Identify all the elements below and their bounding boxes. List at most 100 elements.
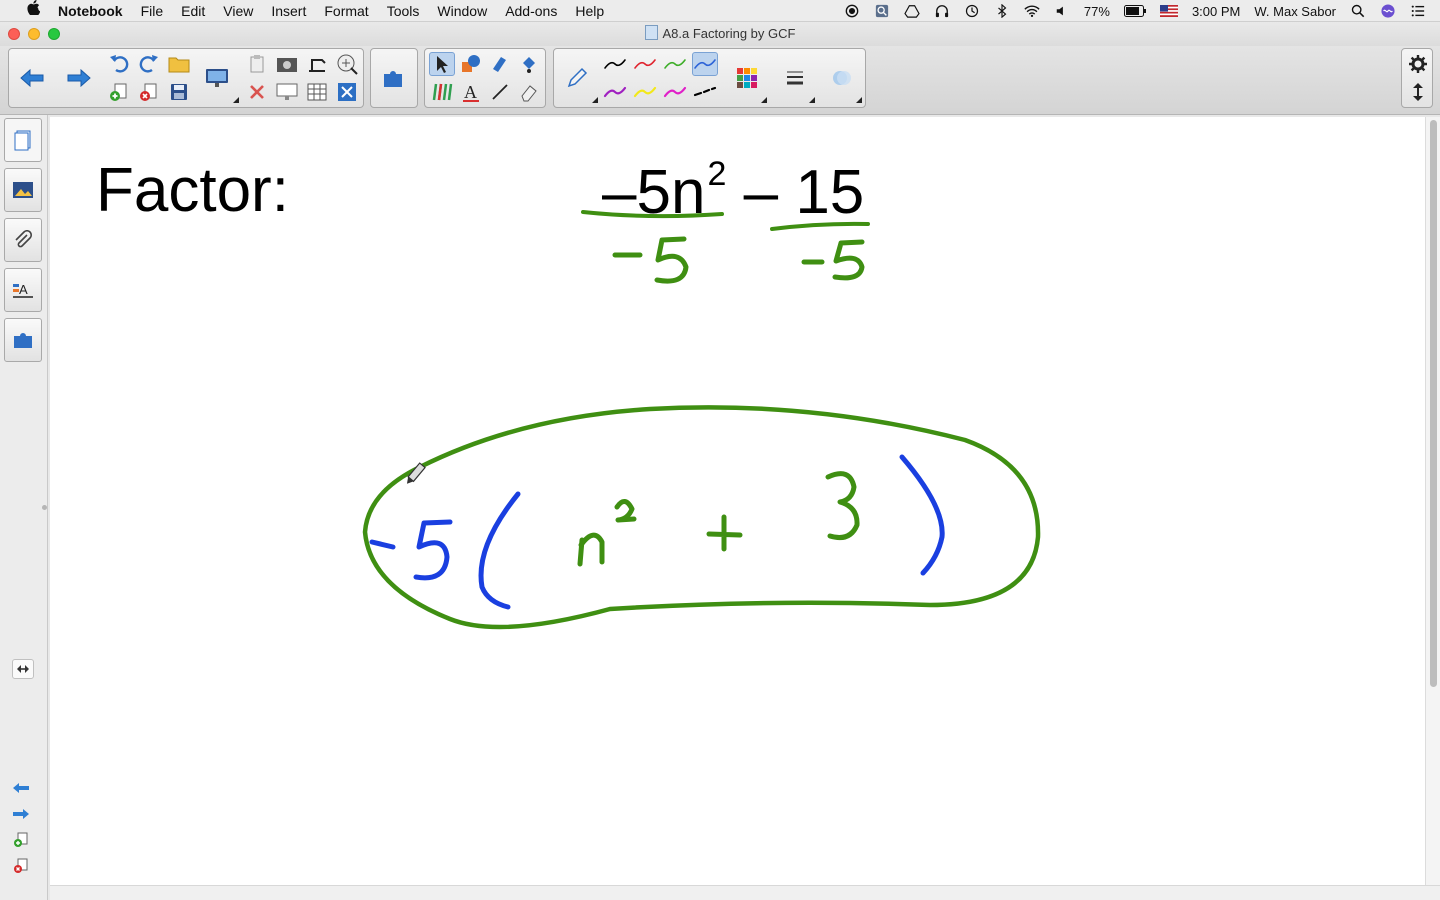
menu-view[interactable]: View <box>214 0 262 22</box>
notification-center-icon[interactable] <box>1410 4 1426 18</box>
menu-tools[interactable]: Tools <box>378 0 429 22</box>
pen-color-swatch[interactable] <box>632 52 658 76</box>
text-a-icon: A <box>463 82 479 102</box>
record-icon[interactable] <box>844 4 860 18</box>
pen-color-swatch[interactable] <box>662 52 688 76</box>
pen-color-swatch[interactable] <box>692 80 718 104</box>
window-title-bar[interactable]: A8.a Factoring by GCF <box>0 22 1440 46</box>
pens-tool-button[interactable] <box>429 80 455 104</box>
sidebar-add-page-button[interactable] <box>10 831 32 849</box>
menu-help[interactable]: Help <box>566 0 613 22</box>
headphones-icon[interactable] <box>934 4 950 18</box>
pen-color-swatch[interactable] <box>632 80 658 104</box>
pen-color-swatch[interactable] <box>692 52 718 76</box>
whiteboard-page[interactable]: Factor: –5n2 – 15 <box>50 117 1425 885</box>
line-thickness-button[interactable] <box>782 66 808 90</box>
redo-button[interactable] <box>136 52 162 76</box>
menu-window[interactable]: Window <box>428 0 496 22</box>
siri-icon[interactable] <box>1380 4 1396 18</box>
vertical-scroll-thumb[interactable] <box>1430 120 1437 687</box>
clock[interactable]: 3:00 PM <box>1192 4 1240 19</box>
fill-tool-button[interactable] <box>516 52 542 76</box>
pen-stroke-icon <box>693 86 717 97</box>
undo-button[interactable] <box>106 52 132 76</box>
delete-button[interactable] <box>244 80 270 104</box>
clear-page-icon <box>338 83 356 101</box>
sidebar-previous-page-button[interactable] <box>10 779 32 797</box>
wifi-icon[interactable] <box>1024 4 1040 18</box>
close-window-button[interactable] <box>8 28 20 40</box>
time-machine-icon[interactable] <box>964 4 980 18</box>
vertical-scrollbar[interactable] <box>1425 117 1440 885</box>
toolbar-group-file <box>8 48 364 108</box>
apple-menu-icon[interactable] <box>18 0 49 22</box>
spotlight-search-icon[interactable] <box>1350 4 1366 18</box>
addons-tab[interactable] <box>4 318 42 362</box>
menu-addons[interactable]: Add-ons <box>496 0 566 22</box>
previous-page-button[interactable] <box>19 66 45 90</box>
magic-pen-button[interactable] <box>334 52 360 76</box>
creative-pen-button[interactable] <box>487 52 513 76</box>
panel-resize-handle[interactable] <box>42 505 47 510</box>
delete-page-small-icon <box>14 858 28 873</box>
pen-color-swatch[interactable] <box>602 52 628 76</box>
fill-bucket-icon <box>523 57 535 73</box>
open-file-button[interactable] <box>166 52 192 76</box>
transparency-dropdown-icon[interactable] <box>856 97 862 103</box>
delete-page-button[interactable] <box>136 80 162 104</box>
sidebar-delete-page-button[interactable] <box>10 857 32 875</box>
minimize-window-button[interactable] <box>28 28 40 40</box>
pen-style-dropdown-icon[interactable] <box>592 97 598 103</box>
clear-page-button[interactable] <box>334 80 360 104</box>
menu-edit[interactable]: Edit <box>172 0 214 22</box>
menu-file[interactable]: File <box>132 0 173 22</box>
page-sorter-tab[interactable] <box>4 118 42 162</box>
us-flag-icon[interactable] <box>1159 5 1178 17</box>
screen-magnifier-icon[interactable] <box>874 4 890 18</box>
save-button[interactable] <box>166 80 192 104</box>
gallery-tab[interactable] <box>4 168 42 212</box>
user-name[interactable]: W. Max Sabor <box>1254 4 1336 19</box>
screen-shade-button[interactable] <box>204 66 230 90</box>
color-palette-dropdown-icon[interactable] <box>761 97 767 103</box>
color-palette-button[interactable] <box>734 66 760 90</box>
battery-icon[interactable] <box>1123 5 1146 17</box>
menu-insert[interactable]: Insert <box>262 0 315 22</box>
line-thickness-dropdown-icon[interactable] <box>809 97 815 103</box>
menu-app-notebook[interactable]: Notebook <box>49 0 132 22</box>
horizontal-scrollbar[interactable] <box>50 885 1440 900</box>
screen-shade-dropdown-icon[interactable] <box>233 97 239 103</box>
paste-button[interactable] <box>244 52 270 76</box>
eraser-tool-button[interactable] <box>516 80 542 104</box>
pen-style-button[interactable] <box>564 66 590 90</box>
pen-color-swatch[interactable] <box>602 80 628 104</box>
handwritten-ink-layer[interactable] <box>50 117 1425 885</box>
drive-icon[interactable] <box>904 4 920 18</box>
expand-sidebar-button[interactable] <box>12 659 34 679</box>
select-tool-button[interactable] <box>429 52 455 76</box>
add-page-button[interactable] <box>106 80 132 104</box>
pen-color-swatch[interactable] <box>662 80 688 104</box>
attachments-tab[interactable] <box>4 218 42 262</box>
settings-button[interactable] <box>1405 52 1431 76</box>
eraser-icon <box>521 85 537 102</box>
transparency-button[interactable] <box>829 66 855 90</box>
sidebar-next-page-button[interactable] <box>10 805 32 823</box>
text-tool-button[interactable]: A <box>458 80 484 104</box>
volume-icon[interactable] <box>1054 4 1070 18</box>
full-screen-button[interactable] <box>274 80 300 104</box>
bluetooth-icon[interactable] <box>994 4 1010 18</box>
screen-capture-button[interactable] <box>274 52 300 76</box>
properties-tab[interactable]: A <box>4 268 42 312</box>
addons-button[interactable] <box>381 66 407 90</box>
next-page-button[interactable] <box>66 66 92 90</box>
shapes-tool-button[interactable] <box>458 52 484 76</box>
menu-format[interactable]: Format <box>315 0 377 22</box>
line-tool-button[interactable] <box>487 80 513 104</box>
move-toolbar-button[interactable] <box>1405 80 1431 104</box>
insert-table-button[interactable] <box>304 80 330 104</box>
zoom-window-button[interactable] <box>48 28 60 40</box>
menu-bar: Notebook File Edit View Insert Format To… <box>0 0 1440 22</box>
undo-icon <box>110 55 129 73</box>
document-camera-button[interactable] <box>304 52 330 76</box>
